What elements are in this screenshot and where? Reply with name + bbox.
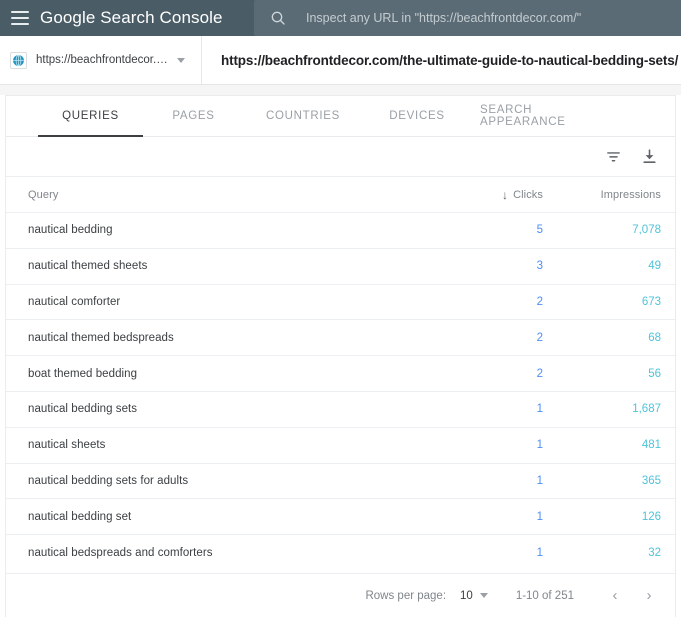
dimension-tabs: QUERIES PAGES COUNTRIES DEVICES SEARCH A…: [6, 96, 675, 137]
table-row[interactable]: nautical bedding sets for adults 1 365: [6, 462, 675, 499]
tab-pages[interactable]: PAGES: [143, 96, 244, 136]
download-icon: [642, 149, 656, 163]
search-icon: [271, 11, 285, 25]
cell-clicks: 1: [435, 462, 555, 499]
cell-query: nautical bedding sets for adults: [6, 462, 435, 499]
property-selector[interactable]: https://beachfrontdecor.com/: [0, 36, 202, 84]
cell-query: nautical bedspreads and comforters: [6, 534, 435, 571]
download-button[interactable]: [637, 145, 661, 169]
chevron-left-icon[interactable]: ‹: [603, 584, 627, 608]
table-header-row: Query ↓ Clicks Impressions: [6, 176, 675, 213]
table-row[interactable]: nautical bedspreads and comforters 1 32: [6, 534, 675, 571]
table-row[interactable]: nautical sheets 1 481: [6, 426, 675, 464]
inspected-url-label: https://beachfrontdecor.com/the-ultimate…: [221, 52, 679, 68]
hamburger-line: [11, 11, 29, 13]
cell-impressions: 481: [555, 426, 675, 464]
cell-clicks: 5: [435, 212, 555, 249]
cell-impressions: 7,078: [555, 212, 675, 249]
chevron-down-icon[interactable]: [479, 593, 488, 598]
cell-impressions: 365: [555, 462, 675, 499]
tab-devices[interactable]: DEVICES: [362, 96, 472, 136]
table-toolbar: [6, 137, 675, 176]
cell-query: nautical themed bedspreads: [6, 319, 435, 356]
column-header-clicks[interactable]: ↓ Clicks: [435, 176, 555, 213]
table-row[interactable]: nautical bedding set 1 126: [6, 498, 675, 535]
search-input-placeholder: Inspect any URL in "https://beachfrontde…: [306, 11, 582, 25]
tab-countries[interactable]: COUNTRIES: [244, 96, 362, 136]
cell-impressions: 673: [555, 283, 675, 320]
tab-queries-label: QUERIES: [62, 110, 119, 122]
cell-impressions: 56: [555, 355, 675, 392]
column-header-impressions-label: Impressions: [600, 188, 661, 201]
rows-per-page-value[interactable]: 10: [460, 590, 473, 602]
cell-impressions: 32: [555, 534, 675, 571]
app-brand-title: Google Search Console: [40, 8, 223, 28]
globe-icon: [10, 51, 27, 69]
cell-query: nautical sheets: [6, 426, 435, 464]
cell-impressions: 1,687: [555, 390, 675, 428]
cell-query: nautical themed sheets: [6, 247, 435, 285]
cell-clicks: 1: [435, 534, 555, 571]
chevron-down-icon[interactable]: [177, 57, 185, 63]
table-row[interactable]: nautical bedding 5 7,078: [6, 212, 675, 249]
queries-table: Query ↓ Clicks Impressions nautical beddi…: [6, 176, 675, 571]
hamburger-line: [11, 17, 29, 19]
pagination-range-label: 1-10 of 251: [515, 589, 574, 602]
table-row[interactable]: boat themed bedding 2 56: [6, 355, 675, 392]
tab-countries-label: COUNTRIES: [265, 110, 341, 122]
cell-clicks: 2: [435, 355, 555, 392]
cell-clicks: 3: [435, 247, 555, 285]
property-and-url-bar: https://beachfrontdecor.com/ https://bea…: [0, 36, 681, 85]
cell-query: nautical bedding: [6, 212, 435, 249]
table-head: Query ↓ Clicks Impressions: [6, 176, 675, 213]
chevron-right-icon[interactable]: ›: [637, 584, 661, 608]
cell-query: nautical bedding sets: [6, 390, 435, 428]
column-header-query[interactable]: Query: [6, 176, 435, 213]
column-header-clicks-label: Clicks: [513, 188, 543, 201]
hamburger-line: [11, 23, 29, 25]
column-header-impressions[interactable]: Impressions: [555, 176, 675, 213]
cell-impressions: 49: [555, 247, 675, 285]
cell-clicks: 1: [435, 498, 555, 535]
tab-devices-label: DEVICES: [389, 110, 445, 122]
cell-query: nautical comforter: [6, 283, 435, 320]
cell-clicks: 2: [435, 283, 555, 320]
column-header-query-label: Query: [28, 188, 59, 201]
tab-queries[interactable]: QUERIES: [38, 96, 143, 137]
tab-search-appearance[interactable]: SEARCH APPEARANCE: [472, 96, 622, 136]
property-url-label: https://beachfrontdecor.com/: [36, 54, 171, 66]
cell-clicks: 2: [435, 319, 555, 356]
page-background-gap: [0, 85, 681, 95]
table-row[interactable]: nautical themed sheets 3 49: [6, 247, 675, 285]
table-row[interactable]: nautical themed bedspreads 2 68: [6, 319, 675, 356]
cell-query: boat themed bedding: [6, 355, 435, 392]
cell-impressions: 68: [555, 319, 675, 356]
filter-icon: [606, 152, 620, 162]
table-body: nautical bedding 5 7,078 nautical themed…: [6, 212, 675, 571]
performance-card: QUERIES PAGES COUNTRIES DEVICES SEARCH A…: [5, 95, 676, 617]
tab-search-appearance-label: SEARCH APPEARANCE: [480, 104, 566, 128]
hamburger-menu-icon[interactable]: [11, 11, 29, 25]
brand-search-console: Search Console: [95, 8, 223, 27]
brand-google: Google: [40, 8, 96, 27]
cell-clicks: 1: [435, 426, 555, 464]
cell-impressions: 126: [555, 498, 675, 535]
rows-per-page-label: Rows per page:: [365, 589, 447, 602]
cell-query: nautical bedding set: [6, 498, 435, 535]
table-row[interactable]: nautical comforter 2 673: [6, 283, 675, 320]
table-pagination-footer: Rows per page: 10 1-10 of 251 ‹ ›: [6, 573, 675, 617]
tab-pages-label: PAGES: [172, 110, 215, 122]
app-bar: Google Search Console Inspect any URL in…: [0, 0, 681, 36]
table-row[interactable]: nautical bedding sets 1 1,687: [6, 390, 675, 428]
url-inspection-search-box[interactable]: Inspect any URL in "https://beachfrontde…: [254, 0, 681, 36]
filter-button[interactable]: [601, 145, 625, 169]
sort-descending-icon: ↓: [501, 187, 509, 202]
cell-clicks: 1: [435, 390, 555, 428]
